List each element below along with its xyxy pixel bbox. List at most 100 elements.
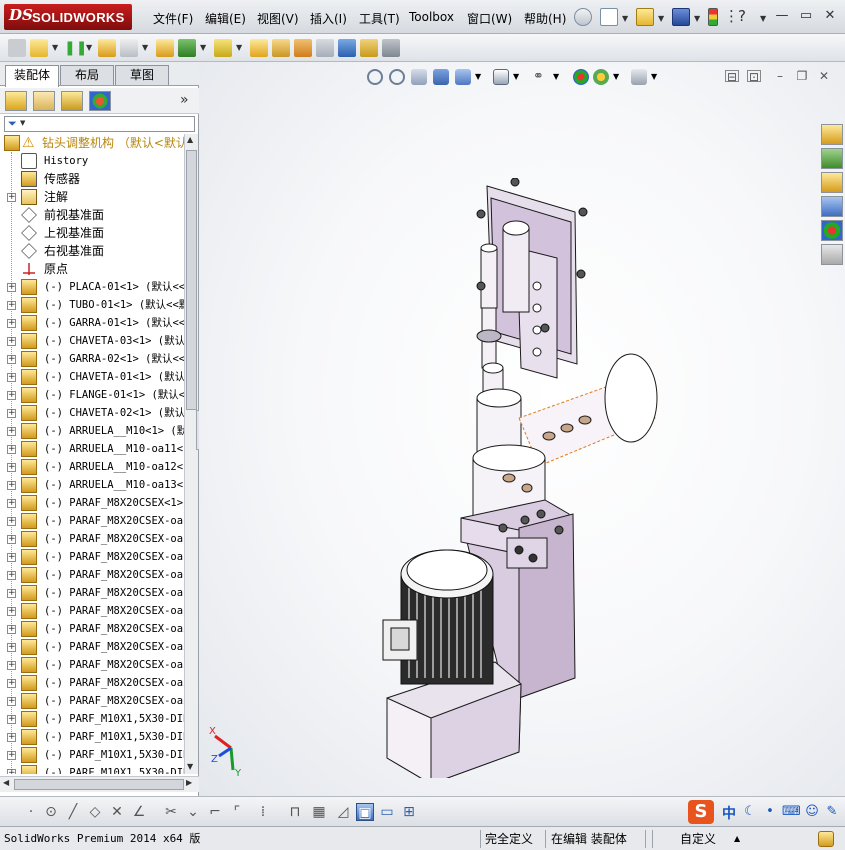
expand-toggle-icon[interactable]: + (7, 571, 16, 580)
menu-insert[interactable]: 插入(I) (310, 10, 347, 27)
menu-tools[interactable]: 工具(T) (359, 10, 400, 27)
tree-node[interactable]: + (-) CHAVETA-03<1> (默认 (0, 332, 184, 350)
instant3d-icon[interactable] (360, 39, 378, 57)
circle-icon[interactable]: ⊙ (42, 803, 60, 821)
close-button[interactable]: ✕ (822, 8, 838, 24)
previous-view-icon[interactable] (411, 69, 427, 85)
tree-node[interactable]: + (-) ARRUELA__M10-oa12<1 (0, 458, 184, 476)
open-folder-icon[interactable] (636, 8, 654, 26)
clearance-verification-icon[interactable] (382, 39, 400, 57)
ime-user-icon[interactable]: ☺ (804, 804, 820, 820)
appearances-scenes-icon[interactable] (821, 220, 843, 241)
expand-toggle-icon[interactable]: + (7, 499, 16, 508)
grid-snap-icon[interactable]: ⁞ (254, 803, 272, 821)
display-manager-icon[interactable] (89, 91, 111, 111)
expand-toggle-icon[interactable]: + (7, 481, 16, 490)
scene-dropdown-icon[interactable]: ▼ (613, 72, 619, 81)
reference-geometry-icon[interactable] (250, 39, 268, 57)
tree-node[interactable]: 原点 (0, 260, 184, 278)
interference-detection-icon[interactable] (338, 39, 356, 57)
design-library-icon[interactable] (821, 148, 843, 169)
pin-icon[interactable] (574, 8, 592, 26)
tree-node[interactable]: + (-) TUBO-01<1> (默认<<默 (0, 296, 184, 314)
expand-toggle-icon[interactable]: + (7, 643, 16, 652)
tree-node[interactable]: + (-) ARRUELA__M10-oa11<1 (0, 440, 184, 458)
dynamic-annotation-icon[interactable] (455, 69, 471, 85)
menu-help[interactable]: 帮助(H) (524, 10, 566, 27)
tree-node[interactable]: 前视基准面 (0, 206, 184, 224)
tree-hscroll-thumb[interactable] (14, 779, 184, 790)
tree-node[interactable]: + 注解 (0, 188, 184, 206)
dropdown-caret-icon[interactable]: ▼ (52, 39, 60, 57)
tree-node[interactable]: + (-) PARAF_M8X20CSEX-oa1 (0, 566, 184, 584)
expand-panel-icon[interactable]: » (180, 92, 189, 108)
edit-appearance-icon[interactable] (573, 69, 589, 85)
file-explorer-icon[interactable] (821, 172, 843, 193)
tree-node[interactable]: + (-) PARAF_M8X20CSEX-oa2 (0, 674, 184, 692)
zoom-to-area-icon[interactable] (389, 69, 405, 85)
apply-scene-icon[interactable] (593, 69, 609, 85)
new-part-icon[interactable] (30, 39, 48, 57)
open-dropdown-icon[interactable]: ▼ (658, 14, 664, 23)
units-dropdown-icon[interactable]: ▲ (734, 830, 740, 848)
assembly-3d-model[interactable] (369, 178, 689, 778)
solidworks-resources-icon[interactable] (821, 124, 843, 145)
tree-node[interactable]: + (-) CHAVETA-02<1> (默认 (0, 404, 184, 422)
restore-button[interactable]: ▭ (798, 8, 814, 24)
rectangle-icon[interactable]: ⌜ (228, 803, 246, 821)
rebuild-status-icon[interactable] (818, 831, 834, 847)
corner-icon[interactable]: ⌐ (206, 803, 224, 821)
tree-horizontal-scrollbar[interactable]: ◀ ▶ (0, 776, 199, 792)
ime-keyboard-icon[interactable]: ⌨ (782, 804, 801, 820)
move-component-icon[interactable] (156, 39, 174, 57)
tree-node[interactable]: + (-) PARAF_M8X20CSEX-oa2 (0, 638, 184, 656)
tree-node[interactable]: + (-) ARRUELA__M10<1> (默 (0, 422, 184, 440)
expand-toggle-icon[interactable]: + (7, 697, 16, 706)
expand-toggle-icon[interactable]: + (7, 355, 16, 364)
expand-toggle-icon[interactable]: + (7, 337, 16, 346)
line-icon[interactable]: ╱ (64, 803, 82, 821)
scroll-up-arrow-icon[interactable]: ▲ (187, 135, 193, 144)
expand-toggle-icon[interactable]: + (7, 463, 16, 472)
tree-scroll-thumb[interactable] (186, 150, 197, 410)
expand-toggle-icon[interactable]: + (7, 733, 16, 742)
tree-node[interactable]: + (-) GARRA-01<1> (默认<< (0, 314, 184, 332)
single-view-icon[interactable]: ▭ (378, 803, 396, 821)
zoom-to-fit-icon[interactable] (367, 69, 383, 85)
viewport-minimize-icon[interactable]: – (773, 70, 787, 82)
feature-manager-icon[interactable] (5, 91, 27, 111)
new-motion-study-icon[interactable] (272, 39, 290, 57)
new-dropdown-icon[interactable]: ▼ (622, 14, 628, 23)
ime-punctuation-icon[interactable]: • (762, 804, 778, 820)
tree-node[interactable]: 上视基准面 (0, 224, 184, 242)
options-icon[interactable]: ⋮ (724, 8, 739, 26)
expand-toggle-icon[interactable]: + (7, 679, 16, 688)
settings-dropdown-icon[interactable]: ▼ (651, 72, 657, 81)
insert-component-icon[interactable] (8, 39, 26, 57)
tab-sketch[interactable]: 草图 (115, 65, 169, 85)
menu-toolbox[interactable]: Toolbox (409, 10, 454, 24)
expand-toggle-icon[interactable]: + (7, 373, 16, 382)
expand-toggle-icon[interactable]: + (7, 409, 16, 418)
mate-icon[interactable]: ❚❚ (64, 39, 87, 57)
trim-icon[interactable]: ✕ (108, 803, 126, 821)
tree-node[interactable]: + (-) FLANGE-01<1> (默认< (0, 386, 184, 404)
filter-bar[interactable]: ⏷ ▼ (4, 116, 195, 132)
smart-fasteners-icon[interactable] (120, 39, 138, 57)
units-custom[interactable]: 自定义 (680, 830, 716, 848)
solidworks-logo[interactable]: DS SOLIDWORKS (4, 4, 132, 30)
tree-node[interactable]: 传感器 (0, 170, 184, 188)
expand-toggle-icon[interactable]: + (7, 661, 16, 670)
scroll-right-arrow-icon[interactable]: ▶ (186, 778, 192, 787)
expand-toggle-icon[interactable]: + (7, 283, 16, 292)
view-palette-icon[interactable] (821, 196, 843, 217)
tree-node[interactable]: History (0, 152, 184, 170)
sketch-tool-icon[interactable]: ✂ (162, 803, 180, 821)
tree-node[interactable]: + (-) PARAF_M8X20CSEX-oa1 (0, 602, 184, 620)
tree-node[interactable]: + (-) PARAF_M8X20CSEX-oa2 (0, 656, 184, 674)
new-document-icon[interactable] (600, 8, 618, 26)
dropdown-caret-icon-5[interactable]: ▼ (236, 39, 244, 57)
expand-toggle-icon[interactable]: + (7, 391, 16, 400)
bill-of-materials-icon[interactable] (294, 39, 312, 57)
menu-edit[interactable]: 编辑(E) (205, 10, 246, 27)
